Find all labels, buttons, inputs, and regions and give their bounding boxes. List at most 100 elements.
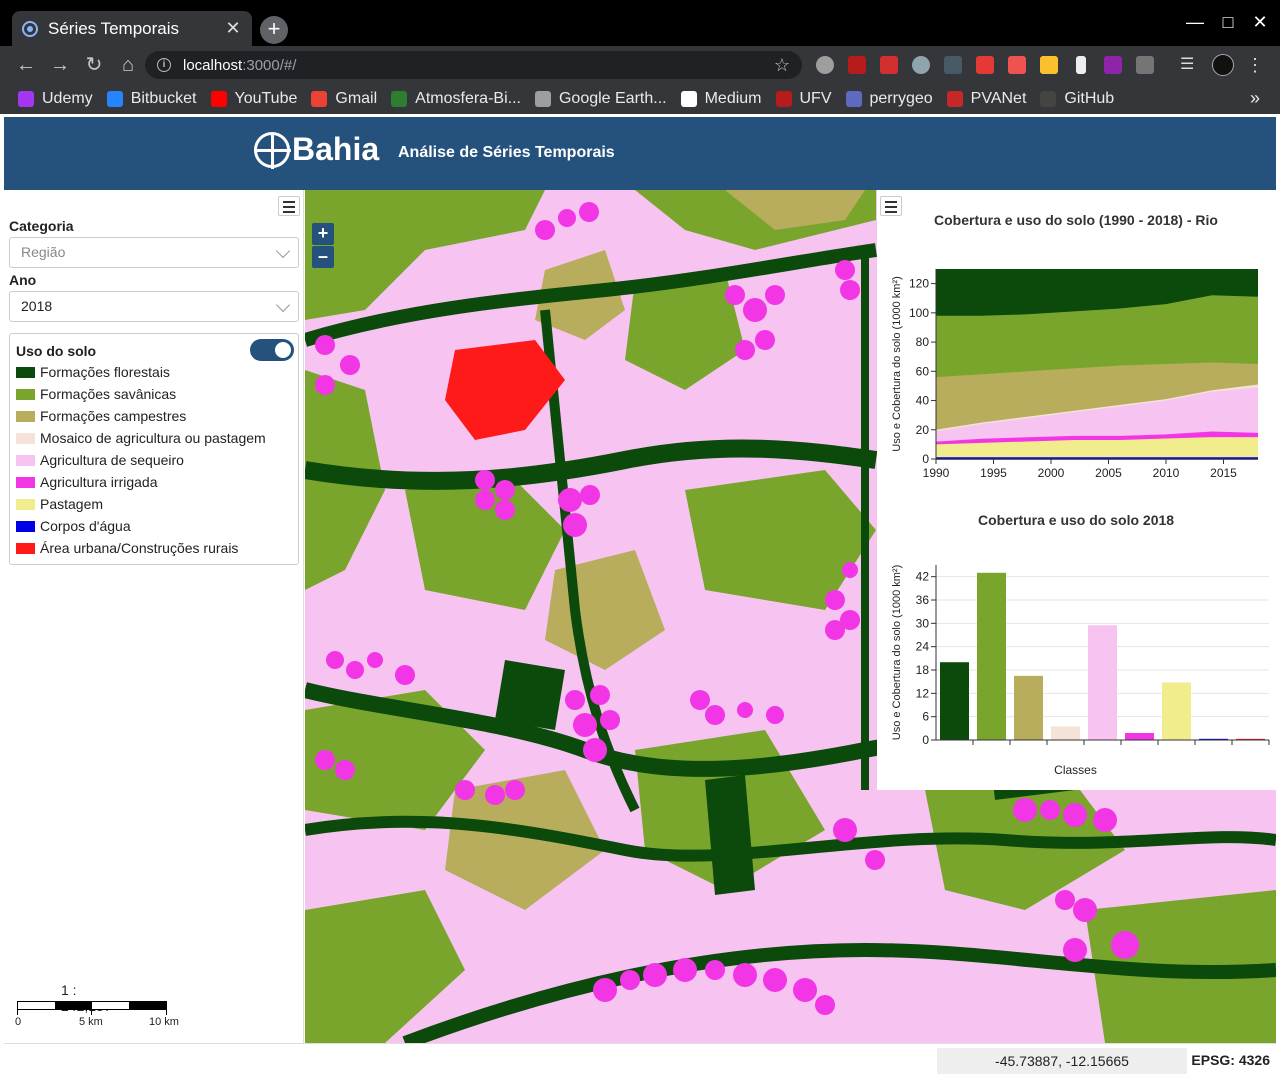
extension-icon[interactable] bbox=[1040, 56, 1058, 74]
chevron-down-icon bbox=[275, 243, 291, 259]
bookmark-item[interactable]: UFV bbox=[775, 90, 832, 108]
bookmarks-more-icon[interactable]: » bbox=[1250, 88, 1260, 109]
legend-label: Agricultura irrigada bbox=[40, 474, 158, 490]
bookmark-item[interactable]: Google Earth... bbox=[534, 90, 667, 108]
area-chart-title: Cobertura e uso do solo (1990 - 2018) - … bbox=[934, 212, 1218, 228]
bookmark-item[interactable]: YouTube bbox=[210, 90, 297, 108]
bookmark-item[interactable]: Atmosfera-Bi... bbox=[391, 90, 521, 108]
bookmark-item[interactable]: Bitbucket bbox=[106, 90, 197, 108]
y-tick-label: 36 bbox=[916, 593, 930, 607]
scale-label: 10 km bbox=[149, 1016, 179, 1028]
extension-icon[interactable] bbox=[1076, 56, 1086, 74]
legend-label: Formações campestres bbox=[40, 408, 187, 424]
address-bar[interactable]: i localhost:3000/#/ ☆ bbox=[145, 51, 802, 79]
scale-bar bbox=[17, 1001, 167, 1010]
avatar[interactable] bbox=[1212, 54, 1234, 76]
bookmark-item[interactable]: GitHub bbox=[1040, 90, 1114, 108]
bookmark-label: Google Earth... bbox=[558, 90, 667, 107]
extension-icon[interactable] bbox=[1136, 56, 1154, 74]
ublock-icon[interactable] bbox=[848, 56, 866, 74]
reload-icon[interactable]: ↻ bbox=[78, 49, 110, 81]
y-tick-label: 120 bbox=[909, 277, 929, 291]
y-tick-label: 0 bbox=[922, 452, 929, 466]
app-logo[interactable]: Bahia bbox=[254, 131, 379, 169]
maximize-icon[interactable]: □ bbox=[1213, 12, 1243, 33]
bookmark-label: perrygeo bbox=[869, 90, 933, 107]
categoria-label: Categoria bbox=[9, 218, 74, 234]
menu-icon[interactable]: ⋮ bbox=[1246, 56, 1264, 74]
bookmark-favicon-icon bbox=[680, 91, 697, 107]
chevron-down-icon bbox=[275, 297, 291, 313]
back-icon[interactable]: ← bbox=[10, 49, 42, 81]
tab-close-icon[interactable]: ✕ bbox=[224, 18, 242, 39]
y-tick-label: 0 bbox=[922, 733, 929, 747]
y-tick-label: 6 bbox=[922, 710, 929, 724]
zoom-out-button[interactable]: – bbox=[312, 246, 334, 268]
bookmark-star-icon[interactable]: ☆ bbox=[774, 55, 790, 76]
bar[interactable] bbox=[1125, 733, 1154, 740]
legend-swatch bbox=[16, 432, 35, 444]
chart-panel-menu-icon[interactable] bbox=[880, 196, 902, 216]
bar[interactable] bbox=[940, 662, 969, 740]
bar[interactable] bbox=[1051, 726, 1080, 740]
bookmark-item[interactable]: Medium bbox=[680, 90, 762, 108]
app-subtitle: Análise de Séries Temporais bbox=[398, 144, 615, 161]
categoria-select[interactable]: Região bbox=[9, 237, 299, 268]
legend-title: Uso do solo bbox=[16, 343, 97, 359]
chart-panel: Cobertura e uso do solo (1990 - 2018) - … bbox=[877, 190, 1276, 790]
bar[interactable] bbox=[1014, 675, 1043, 740]
bookmark-item[interactable]: Gmail bbox=[311, 90, 377, 108]
compass-icon bbox=[254, 131, 291, 169]
bookmark-favicon-icon bbox=[845, 91, 862, 107]
legend-swatch bbox=[16, 366, 35, 378]
legend-swatch bbox=[16, 520, 35, 532]
tab-favicon-icon bbox=[22, 20, 38, 37]
legend-item: Formações florestais bbox=[16, 362, 170, 382]
legend-item: Pastagem bbox=[16, 494, 103, 514]
y-tick-label: 60 bbox=[916, 364, 930, 378]
site-info-icon[interactable]: i bbox=[157, 58, 171, 72]
extension-icon[interactable] bbox=[944, 56, 962, 74]
close-window-icon[interactable]: ✕ bbox=[1245, 12, 1275, 33]
epsg-label: EPSG: 4326 bbox=[1191, 1052, 1270, 1068]
y-axis-label: Uso e Cobertura do solo (1000 km²) bbox=[891, 565, 903, 740]
bar[interactable] bbox=[1088, 625, 1117, 740]
land-use-layer-toggle[interactable] bbox=[250, 339, 294, 361]
minimize-icon[interactable]: — bbox=[1180, 12, 1210, 33]
zoom-in-button[interactable]: + bbox=[312, 223, 334, 245]
extension-icon[interactable] bbox=[880, 56, 898, 74]
ano-select[interactable]: 2018 bbox=[9, 291, 299, 322]
legend-swatch bbox=[16, 498, 35, 510]
x-tick-label: 2000 bbox=[1038, 466, 1065, 480]
legend-item: Formações campestres bbox=[16, 406, 186, 426]
bookmark-favicon-icon bbox=[106, 91, 123, 107]
extension-icon[interactable] bbox=[976, 56, 994, 74]
x-tick-label: 2015 bbox=[1210, 466, 1237, 480]
new-tab-button[interactable]: + bbox=[260, 16, 288, 44]
y-tick-label: 100 bbox=[909, 306, 929, 320]
media-control-icon[interactable]: ☰ bbox=[1180, 56, 1198, 74]
extension-icon[interactable] bbox=[816, 56, 834, 74]
forward-icon[interactable]: → bbox=[44, 49, 76, 81]
y-tick-label: 30 bbox=[916, 616, 930, 630]
bookmark-item[interactable]: perrygeo bbox=[845, 90, 933, 108]
bookmark-label: Udemy bbox=[42, 90, 93, 107]
bar-chart-title: Cobertura e uso do solo 2018 bbox=[978, 512, 1175, 528]
bookmark-favicon-icon bbox=[775, 91, 792, 107]
bookmark-item[interactable]: Udemy bbox=[18, 90, 93, 108]
tab-title: Séries Temporais bbox=[48, 18, 180, 38]
legend-label: Agricultura de sequeiro bbox=[40, 452, 184, 468]
bar[interactable] bbox=[1162, 682, 1191, 740]
bookmark-favicon-icon bbox=[1040, 91, 1057, 107]
extension-icon[interactable] bbox=[912, 56, 930, 74]
left-panel-menu-icon[interactable] bbox=[278, 196, 300, 216]
extension-icon[interactable] bbox=[1104, 56, 1122, 74]
extension-icon[interactable] bbox=[1008, 56, 1026, 74]
home-icon[interactable]: ⌂ bbox=[112, 49, 144, 81]
browser-tab[interactable]: Séries Temporais ✕ bbox=[12, 11, 252, 46]
legend-label: Formações florestais bbox=[40, 364, 170, 380]
bookmark-item[interactable]: PVANet bbox=[946, 90, 1026, 108]
legend-swatch bbox=[16, 542, 35, 554]
bar[interactable] bbox=[977, 572, 1006, 740]
x-tick-label: 1990 bbox=[923, 466, 950, 480]
